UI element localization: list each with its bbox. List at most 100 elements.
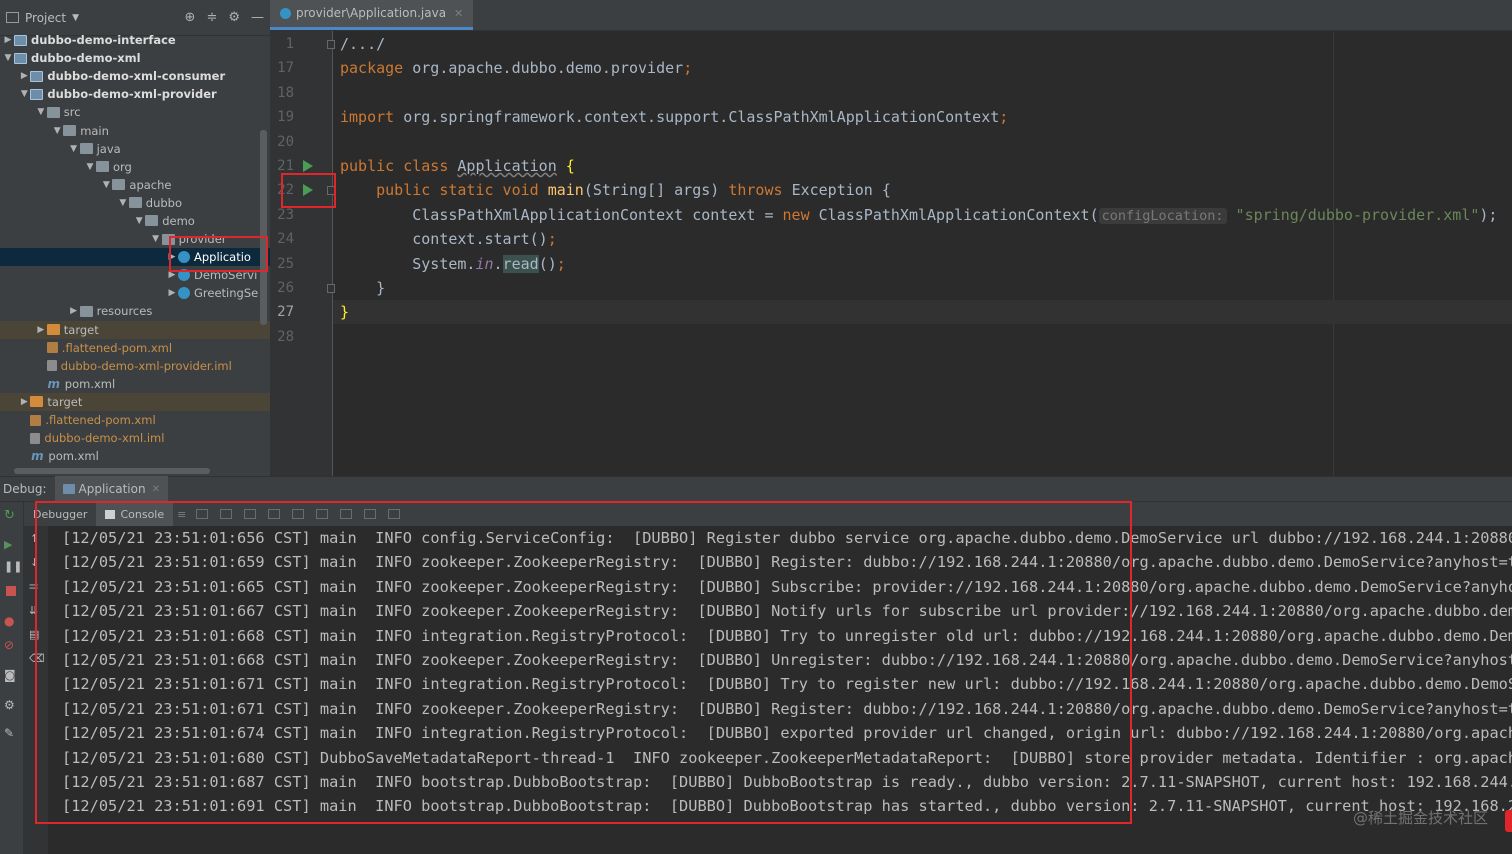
code-line[interactable]: public class Application { — [340, 154, 575, 178]
chevron-right-icon[interactable]: ▶ — [2, 35, 14, 45]
stop-icon[interactable] — [4, 584, 18, 598]
chevron-down-icon[interactable]: ▼ — [18, 89, 30, 99]
drop-frame-icon[interactable] — [316, 509, 329, 519]
tree-node[interactable]: ▼ dubbo-demo-xml-provider — [0, 85, 270, 103]
fold-marker-icon[interactable] — [327, 40, 335, 49]
code-line[interactable]: } — [340, 276, 385, 300]
project-title[interactable]: Project — [25, 11, 66, 25]
debug-config-tab[interactable]: Application ✕ — [54, 476, 168, 502]
close-icon[interactable]: ✕ — [454, 7, 463, 20]
pin-icon[interactable]: ✎ — [4, 726, 18, 740]
run-to-cursor-icon[interactable] — [340, 509, 353, 519]
show-execution-point-icon[interactable] — [196, 509, 209, 519]
tree-node[interactable]: ▶ DemoServi — [0, 266, 270, 284]
code-line[interactable]: /.../ — [340, 32, 385, 56]
rerun-icon[interactable]: ↻ — [4, 508, 18, 523]
tree-node[interactable]: m pom.xml — [0, 447, 270, 465]
tree-node[interactable]: ▶ dubbo-demo-interface — [0, 31, 270, 49]
chevron-right-icon[interactable]: ▶ — [18, 71, 30, 81]
tree-node[interactable]: dubbo-demo-xml-provider.iml — [0, 357, 270, 375]
tree-node[interactable]: ▼ demo — [0, 212, 270, 230]
chevron-right-icon[interactable]: ▶ — [68, 306, 80, 316]
chevron-down-icon[interactable]: ▼ — [2, 53, 14, 63]
code-line[interactable]: import org.springframework.context.suppo… — [340, 105, 1008, 129]
tree-horizontal-scrollbar[interactable] — [14, 468, 210, 474]
pause-icon[interactable]: ❚❚ — [4, 560, 22, 574]
chevron-down-icon[interactable]: ▼ — [133, 216, 145, 226]
step-out-icon[interactable] — [292, 509, 305, 519]
tree-node[interactable]: ▶ GreetingSe — [0, 284, 270, 302]
code-line[interactable]: public static void main(String[] args) t… — [340, 178, 891, 202]
view-breakpoints-icon[interactable]: ● — [4, 614, 18, 628]
chevron-right-icon[interactable]: ▶ — [18, 397, 30, 407]
camera-icon[interactable]: ◙ — [4, 668, 18, 682]
chevron-down-icon[interactable]: ▼ — [72, 13, 79, 23]
close-icon[interactable]: ✕ — [152, 484, 160, 495]
editor-gutter[interactable]: 1 17 18 19 20 21 22 23 24 25 26 27 28 — [270, 31, 335, 476]
gear-icon[interactable]: ⚙ — [228, 10, 240, 25]
trace-icon[interactable] — [388, 509, 401, 519]
tree-node[interactable]: ▶ dubbo-demo-xml-consumer — [0, 67, 270, 85]
scroll-to-end-icon[interactable]: ⇊ — [29, 604, 38, 617]
code-line[interactable]: System.in.read(); — [340, 252, 566, 276]
tab-console[interactable]: Console — [96, 502, 174, 526]
chevron-down-icon[interactable]: ▼ — [117, 198, 129, 208]
code-area[interactable]: /.../ package org.apache.dubbo.demo.provi… — [333, 31, 1512, 476]
up-arrow-icon[interactable]: ↑ — [30, 532, 39, 545]
chevron-down-icon[interactable]: ▼ — [35, 107, 47, 117]
tree-node[interactable]: ▼ dubbo — [0, 194, 270, 212]
tree-node[interactable]: ▶ Applicatio — [0, 248, 270, 267]
tab-debugger[interactable]: Debugger — [24, 502, 96, 526]
step-over-icon[interactable] — [220, 509, 233, 519]
fold-marker-icon[interactable] — [327, 186, 335, 196]
console-output[interactable]: [12/05/21 23:51:01:656 CST] main INFO co… — [48, 526, 1512, 854]
chevron-down-icon[interactable]: ▼ — [51, 126, 63, 136]
down-arrow-icon[interactable]: ↓ — [30, 556, 39, 569]
step-into-icon[interactable] — [244, 509, 257, 519]
tree-node[interactable]: .flattened-pom.xml — [0, 411, 270, 429]
settings-icon[interactable]: ⚙ — [4, 698, 18, 712]
tree-node[interactable]: ▼ src — [0, 103, 270, 121]
tree-node[interactable]: ▼ org — [0, 158, 270, 176]
code-line[interactable]: } — [333, 300, 1512, 325]
editor-tab-application[interactable]: provider\Application.java ✕ — [270, 0, 474, 30]
chevron-down-icon[interactable]: ▼ — [150, 234, 162, 244]
clear-all-icon[interactable]: ⌫ — [29, 652, 45, 665]
chevron-down-icon[interactable]: ▼ — [68, 144, 80, 154]
locate-icon[interactable]: ⊕ — [185, 10, 196, 25]
tree-node[interactable]: m pom.xml — [0, 375, 270, 393]
code-line[interactable]: context.start(); — [340, 227, 557, 251]
force-step-into-icon[interactable] — [268, 509, 281, 519]
chevron-down-icon[interactable]: ▼ — [84, 162, 96, 172]
tree-node[interactable]: .flattened-pom.xml — [0, 339, 270, 357]
code-line[interactable]: package org.apache.dubbo.demo.provider; — [340, 56, 692, 80]
chevron-right-icon[interactable]: ▶ — [166, 270, 178, 280]
chevron-right-icon[interactable]: ▶ — [166, 288, 178, 298]
chevron-right-icon[interactable]: ▶ — [166, 252, 178, 262]
resume-icon[interactable]: ▶ — [4, 538, 18, 552]
code-line[interactable]: ClassPathXmlApplicationContext context =… — [340, 203, 1497, 227]
layout-icon[interactable]: ≡ — [177, 508, 186, 521]
chevron-right-icon[interactable]: ▶ — [35, 325, 47, 335]
tree-node[interactable]: ▶ target — [0, 320, 270, 339]
collapse-all-icon[interactable]: ≑ — [206, 10, 217, 25]
mute-breakpoints-icon[interactable]: ⊘ — [4, 638, 18, 652]
tree-node[interactable]: ▼ dubbo-demo-xml — [0, 49, 270, 67]
run-icon[interactable] — [303, 160, 313, 172]
fold-marker-icon[interactable] — [327, 284, 335, 293]
tree-node[interactable]: ▼ main — [0, 121, 270, 139]
print-icon[interactable]: ▤ — [29, 628, 39, 641]
tree-node[interactable]: ▼ apache — [0, 176, 270, 194]
evaluate-expression-icon[interactable] — [364, 509, 377, 519]
tree-node[interactable]: ▼ provider — [0, 230, 270, 248]
watermark-logo-icon — [1505, 810, 1512, 832]
tree-vertical-scrollbar[interactable] — [260, 130, 267, 325]
tree-node[interactable]: dubbo-demo-xml.iml — [0, 429, 270, 447]
tree-node[interactable]: ▼ java — [0, 140, 270, 158]
hide-icon[interactable]: — — [251, 10, 264, 25]
run-icon[interactable] — [303, 184, 313, 197]
tree-node[interactable]: ▶ target — [0, 392, 270, 411]
tree-node[interactable]: ▶ resources — [0, 302, 270, 320]
chevron-down-icon[interactable]: ▼ — [100, 180, 112, 190]
soft-wrap-icon[interactable]: ⇉ — [29, 580, 38, 593]
